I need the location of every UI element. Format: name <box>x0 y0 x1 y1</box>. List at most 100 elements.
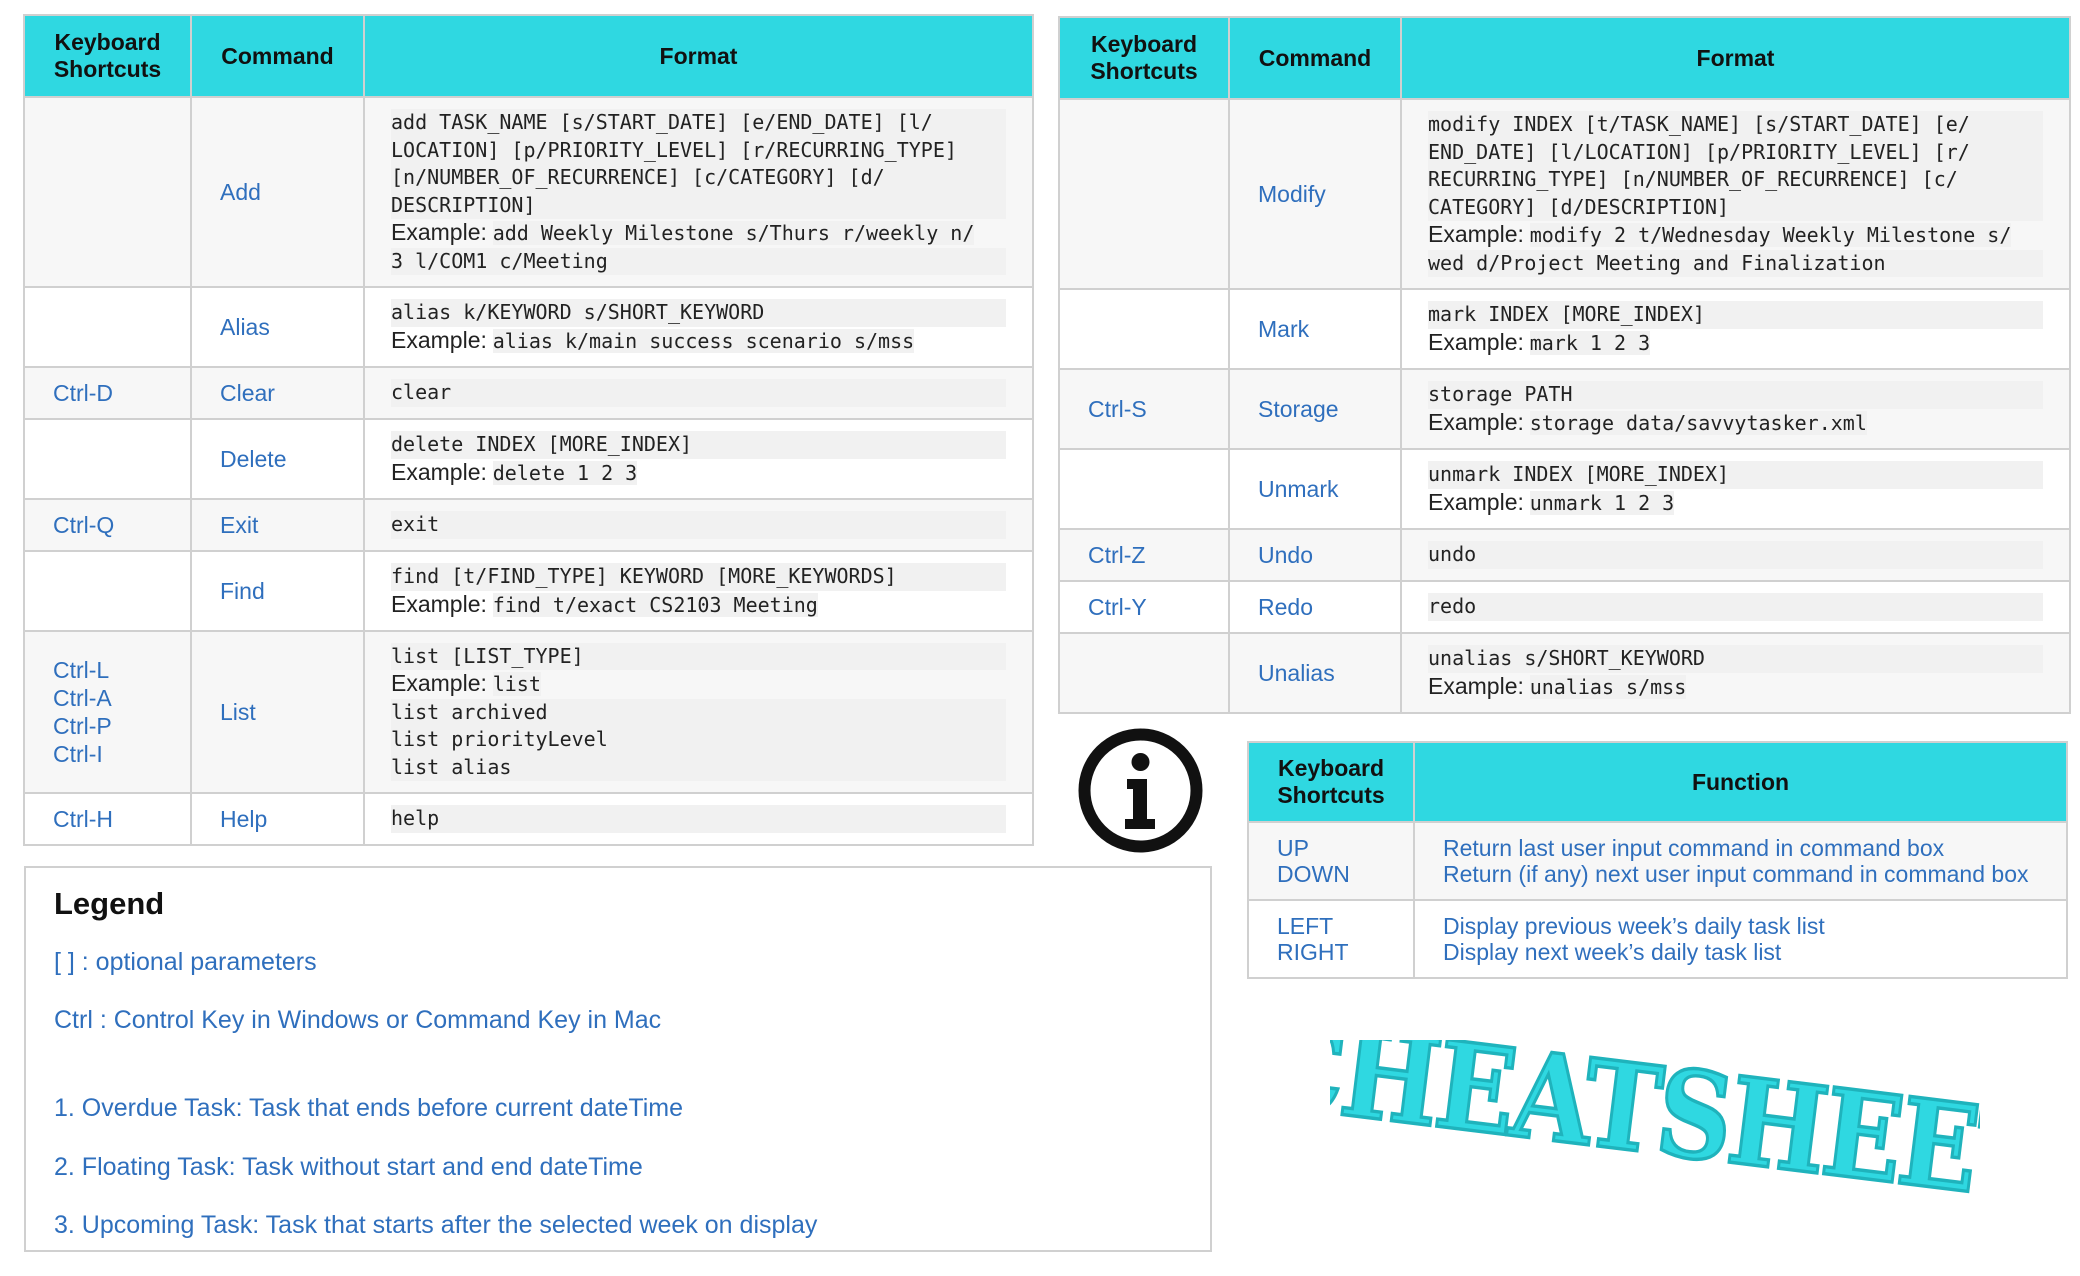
command-cell: Add <box>190 96 365 288</box>
table-row: Ctrl-Q Exit exit <box>23 498 1034 552</box>
shortcut-key: Ctrl-A <box>53 685 112 711</box>
shortcut-cell: Ctrl-L Ctrl-A Ctrl-P Ctrl-I <box>23 630 192 794</box>
format-line: unmark INDEX [MORE_INDEX] <box>1428 461 2043 489</box>
table-header-row: Keyboard Shortcuts Command Format <box>1058 16 2071 100</box>
example-label: Example: <box>391 326 487 353</box>
shortcut-cell <box>1058 632 1230 714</box>
header-keyboard-shortcuts: Keyboard Shortcuts <box>1058 16 1230 100</box>
legend-item: [ ] : optional parameters <box>54 948 317 976</box>
example-label: Example: <box>1428 221 1524 247</box>
format-line: modify INDEX [t/TASK_NAME] [s/START_DATE… <box>1428 111 2043 139</box>
format-cell: delete INDEX [MORE_INDEX] Example: delet… <box>363 418 1034 500</box>
table-row: Ctrl-Y Redo redo <box>1058 580 2071 634</box>
function-text: Display next week’s daily task list <box>1443 939 1782 965</box>
key-label: DOWN <box>1277 861 1350 887</box>
key-label: LEFT <box>1277 913 1334 939</box>
shortcut-cell <box>23 96 192 288</box>
format-cell: find [t/FIND_TYPE] KEYWORD [MORE_KEYWORD… <box>363 550 1034 632</box>
command-cell: Help <box>190 792 365 846</box>
example-line: list alias <box>391 753 1006 782</box>
example-line: unmark 1 2 3 <box>1529 490 1675 515</box>
table-row: Delete delete INDEX [MORE_INDEX] Example… <box>23 418 1034 500</box>
function-cell: Return last user input command in comman… <box>1413 821 2068 901</box>
shortcut-key: Ctrl-P <box>53 713 112 739</box>
key-label: RIGHT <box>1277 939 1349 965</box>
shortcut-cell: Ctrl-S <box>1058 368 1230 450</box>
command-cell: Delete <box>190 418 365 500</box>
format-line: help <box>391 805 1006 833</box>
keys-cell: LEFT RIGHT <box>1247 899 1415 979</box>
example-label: Example: <box>1428 328 1524 355</box>
command-cell: Redo <box>1228 580 1402 634</box>
table-row: Alias alias k/KEYWORD s/SHORT_KEYWORD Ex… <box>23 286 1034 368</box>
legend-item: Ctrl : Control Key in Windows or Command… <box>54 1006 662 1034</box>
example-line: list priorityLevel <box>391 726 1006 754</box>
table-row: Modify modify INDEX [t/TASK_NAME] [s/STA… <box>1058 98 2071 290</box>
key-label: UP <box>1277 835 1309 861</box>
table-header-row: Keyboard Shortcuts Command Format <box>23 14 1034 98</box>
format-line: [n/NUMBER_OF_RECURRENCE] [c/CATEGORY] [d… <box>391 164 1006 192</box>
shortcut-cell <box>23 418 192 500</box>
example-line: wed d/Project Meeting and Finalization <box>1428 249 2043 277</box>
command-cell: Storage <box>1228 368 1402 450</box>
format-cell: exit <box>363 498 1034 552</box>
legend-item: 1. Overdue Task: Task that ends before c… <box>54 1094 684 1122</box>
header-format: Format <box>1400 16 2071 100</box>
format-cell: mark INDEX [MORE_INDEX] Example: mark 1 … <box>1400 288 2071 370</box>
cheatsheet-stamp: CHEATSHEET <box>1330 1040 1980 1200</box>
format-line: LOCATION] [p/PRIORITY_LEVEL] [r/RECURRIN… <box>391 136 1006 164</box>
format-cell: help <box>363 792 1034 846</box>
table-row: UP DOWN Return last user input command i… <box>1247 821 2068 901</box>
format-line: CATEGORY] [d/DESCRIPTION] <box>1428 193 2043 221</box>
example-label: Example: <box>391 670 487 697</box>
example-label: Example: <box>1428 408 1524 435</box>
shortcut-cell: Ctrl-Z <box>1058 528 1230 582</box>
format-line: storage PATH <box>1428 381 2043 409</box>
shortcut-cell: Ctrl-Q <box>23 498 192 552</box>
table-row: Unmark unmark INDEX [MORE_INDEX] Example… <box>1058 448 2071 530</box>
format-line: list [LIST_TYPE] <box>391 642 1006 671</box>
format-line: exit <box>391 511 1006 539</box>
command-cell: Unalias <box>1228 632 1402 714</box>
command-cell: Exit <box>190 498 365 552</box>
header-command: Command <box>1228 16 1402 100</box>
keys-cell: UP DOWN <box>1247 821 1415 901</box>
header-command: Command <box>190 14 365 98</box>
table-row: Add add TASK_NAME [s/START_DATE] [e/END_… <box>23 96 1034 288</box>
format-line: clear <box>391 379 1006 407</box>
example-line: unalias s/mss <box>1529 674 1687 699</box>
example-line: 3 l/COM1 c/Meeting <box>391 247 1006 275</box>
table-row: Ctrl-Z Undo undo <box>1058 528 2071 582</box>
table-header-row: Keyboard Shortcuts Function <box>1247 741 2068 823</box>
format-cell: unmark INDEX [MORE_INDEX] Example: unmar… <box>1400 448 2071 530</box>
format-cell: redo <box>1400 580 2071 634</box>
shortcut-cell: Ctrl-Y <box>1058 580 1230 634</box>
example-line: storage data/savvytasker.xml <box>1529 410 1867 435</box>
left-command-table: Keyboard Shortcuts Command Format Add ad… <box>23 14 1034 846</box>
command-cell: Modify <box>1228 98 1402 290</box>
example-label: Example: <box>391 590 487 617</box>
legend-item: 3. Upcoming Task: Task that starts after… <box>54 1211 818 1239</box>
format-line: mark INDEX [MORE_INDEX] <box>1428 301 2043 329</box>
example-line: list archived <box>391 698 1006 727</box>
format-cell: add TASK_NAME [s/START_DATE] [e/END_DATE… <box>363 96 1034 288</box>
shortcut-key: Ctrl-I <box>53 741 103 767</box>
stamp-text: CHEATSHEET <box>1330 1040 1980 1200</box>
format-line: DESCRIPTION] <box>391 191 1006 219</box>
header-format: Format <box>363 14 1034 98</box>
header-keyboard-shortcuts: Keyboard Shortcuts <box>1247 741 1415 823</box>
legend-title: Legend <box>54 886 165 921</box>
table-row: LEFT RIGHT Display previous week’s daily… <box>1247 899 2068 979</box>
function-text: Return (if any) next user input command … <box>1443 861 2029 887</box>
format-line: END_DATE] [l/LOCATION] [p/PRIORITY_LEVEL… <box>1428 138 2043 166</box>
function-text: Display previous week’s daily task list <box>1443 913 1825 939</box>
command-cell: Mark <box>1228 288 1402 370</box>
format-line: RECURRING_TYPE] [n/NUMBER_OF_RECURRENCE]… <box>1428 166 2043 194</box>
format-line: find [t/FIND_TYPE] KEYWORD [MORE_KEYWORD… <box>391 563 1006 591</box>
format-cell: alias k/KEYWORD s/SHORT_KEYWORD Example:… <box>363 286 1034 368</box>
format-cell: undo <box>1400 528 2071 582</box>
format-line: alias k/KEYWORD s/SHORT_KEYWORD <box>391 299 1006 327</box>
format-cell: modify INDEX [t/TASK_NAME] [s/START_DATE… <box>1400 98 2071 290</box>
shortcut-key: Ctrl-L <box>53 657 110 683</box>
example-label: Example: <box>1428 488 1524 515</box>
